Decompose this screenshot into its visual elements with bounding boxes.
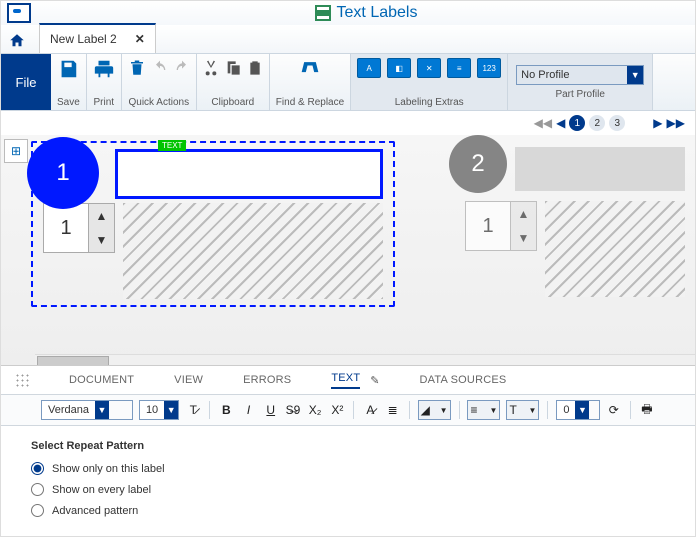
nav-prev-icon[interactable]: ◀ xyxy=(556,116,565,130)
strike-button[interactable]: S̶9 xyxy=(285,401,301,419)
format-toolbar: Verdana▼ 10▼ T̷ B I U S̶9 X₂ X² A̷ ≣ ◢▼ … xyxy=(1,394,695,426)
opt-this-radio[interactable] xyxy=(31,462,44,475)
opt-every-radio[interactable] xyxy=(31,483,44,496)
ribbon-group-clipboard[interactable]: Clipboard xyxy=(197,54,270,110)
placeholder-area xyxy=(123,203,383,299)
labels-icon xyxy=(315,5,331,21)
quantity-stepper[interactable]: 1 ▲▼ xyxy=(43,203,115,253)
fill-color-button[interactable]: ◢▼ xyxy=(418,400,451,420)
canvas[interactable]: ⊞ 1 TEXT 1 ▲▼ 2 xyxy=(1,135,695,369)
ribbon-group-profile: No Profile ▼ Part Profile xyxy=(508,54,653,110)
tab-new-label-2[interactable]: New Label 2 ✕ xyxy=(39,23,156,53)
nav-last-icon[interactable]: ▶▶ xyxy=(667,116,685,130)
italic-button[interactable]: I xyxy=(240,401,256,419)
opt-advanced-radio[interactable] xyxy=(31,504,44,517)
title-bar: Text Labels xyxy=(1,1,695,25)
repeat-pattern-panel: Select Repeat Pattern Show only on this … xyxy=(1,426,695,537)
opt-this-label[interactable]: Show only on this label xyxy=(31,462,665,475)
ribbon-group-quick-actions[interactable]: Quick Actions xyxy=(122,54,197,110)
profile-value: No Profile xyxy=(521,69,569,81)
copy-icon xyxy=(225,58,241,78)
tab-text[interactable]: TEXT xyxy=(331,372,360,389)
opt-every-label[interactable]: Show on every label xyxy=(31,483,665,496)
print-fmt-button[interactable]: 🖶 xyxy=(639,401,655,419)
page-2[interactable]: 2 xyxy=(589,115,605,131)
font-dropdown[interactable]: Verdana▼ xyxy=(41,400,133,420)
undo-icon xyxy=(152,60,168,76)
tab-errors[interactable]: ERRORS xyxy=(243,374,291,386)
ribbon-group-print[interactable]: Print xyxy=(87,54,122,110)
nav-next-icon[interactable]: ▶ xyxy=(653,116,662,130)
ribbon: File Save Print Quick Actions Clipboard xyxy=(1,53,695,111)
redo-icon xyxy=(174,60,190,76)
tab-document[interactable]: DOCUMENT xyxy=(69,374,134,386)
app-logo-icon xyxy=(7,3,31,23)
nav-first-icon[interactable]: ◀◀ xyxy=(534,116,552,130)
step-down-icon[interactable]: ▼ xyxy=(88,228,114,252)
text-tag: TEXT xyxy=(158,140,186,151)
properties-panel: DOCUMENT VIEW ERRORS TEXT ✎ DATA SOURCES… xyxy=(1,365,695,536)
app-title: Text Labels xyxy=(337,4,418,22)
profile-dropdown[interactable]: No Profile ▼ xyxy=(516,65,644,85)
step-up-icon[interactable]: ▲ xyxy=(88,204,114,228)
paste-icon xyxy=(247,58,263,78)
pencil-icon[interactable]: ✎ xyxy=(370,374,379,387)
home-icon[interactable] xyxy=(5,29,29,53)
ribbon-group-save[interactable]: Save xyxy=(51,54,87,110)
page-3[interactable]: 3 xyxy=(609,115,625,131)
trash-icon xyxy=(128,58,146,78)
extra-icon-2[interactable]: ◧ xyxy=(387,58,411,78)
close-icon[interactable]: ✕ xyxy=(135,32,145,46)
bold-button[interactable]: B xyxy=(218,401,234,419)
list-button[interactable]: ≣ xyxy=(385,401,401,419)
card-badge: 2 xyxy=(449,135,507,193)
align-h-button[interactable]: ≡▼ xyxy=(467,400,500,420)
extra-icon-1[interactable]: A xyxy=(357,58,381,78)
opt-advanced-label[interactable]: Advanced pattern xyxy=(31,504,665,517)
size-dropdown[interactable]: 10▼ xyxy=(139,400,179,420)
grip-icon[interactable] xyxy=(15,373,29,387)
align-v-button[interactable]: T▼ xyxy=(506,400,539,420)
binoculars-icon xyxy=(299,58,321,78)
card-badge: 1 xyxy=(27,137,99,209)
rotate-button[interactable]: ⟳ xyxy=(606,401,622,419)
save-icon xyxy=(57,58,79,80)
extra-icon-4[interactable]: ≡ xyxy=(447,58,471,78)
ruler-icon[interactable]: ⊞ xyxy=(4,139,28,163)
repeat-heading: Select Repeat Pattern xyxy=(31,440,665,452)
label-card-1[interactable]: 1 TEXT 1 ▲▼ xyxy=(31,141,395,307)
superscript-button[interactable]: X² xyxy=(329,401,345,419)
extra-icon-5[interactable]: 123 xyxy=(477,58,501,78)
step-up-icon[interactable]: ▲ xyxy=(510,202,536,226)
underline-button[interactable]: U xyxy=(263,401,279,419)
print-icon xyxy=(93,58,115,80)
quantity-stepper[interactable]: 1 ▲▼ xyxy=(465,201,537,251)
spacing-dropdown[interactable]: 0▼ xyxy=(556,400,599,420)
chevron-down-icon: ▼ xyxy=(627,66,643,84)
tab-view[interactable]: VIEW xyxy=(174,374,203,386)
cut-icon xyxy=(203,58,219,78)
clear-fmt-button[interactable]: A̷ xyxy=(362,401,378,419)
tab-data-sources[interactable]: DATA SOURCES xyxy=(419,374,506,386)
file-button[interactable]: File xyxy=(1,54,51,110)
text-field[interactable] xyxy=(515,147,685,191)
ribbon-group-extras[interactable]: A ◧ ✕ ≡ 123 Labeling Extras xyxy=(351,54,508,110)
page-1[interactable]: 1 xyxy=(569,115,585,131)
subscript-button[interactable]: X₂ xyxy=(307,401,323,419)
label-card-2[interactable]: 2 1 ▲▼ xyxy=(455,141,695,303)
profile-label: Part Profile xyxy=(555,89,604,100)
ribbon-group-find[interactable]: Find & Replace xyxy=(270,54,351,110)
step-down-icon[interactable]: ▼ xyxy=(510,226,536,250)
page-nav: ◀◀ ◀ 1 2 3 ▶ ▶▶ xyxy=(1,111,695,135)
extra-icon-3[interactable]: ✕ xyxy=(417,58,441,78)
tab-label: New Label 2 xyxy=(50,32,117,46)
placeholder-area xyxy=(545,201,685,297)
font-size-icon[interactable]: T̷ xyxy=(185,401,201,419)
text-field[interactable]: TEXT xyxy=(115,149,383,199)
document-tabs: New Label 2 ✕ xyxy=(1,25,695,53)
